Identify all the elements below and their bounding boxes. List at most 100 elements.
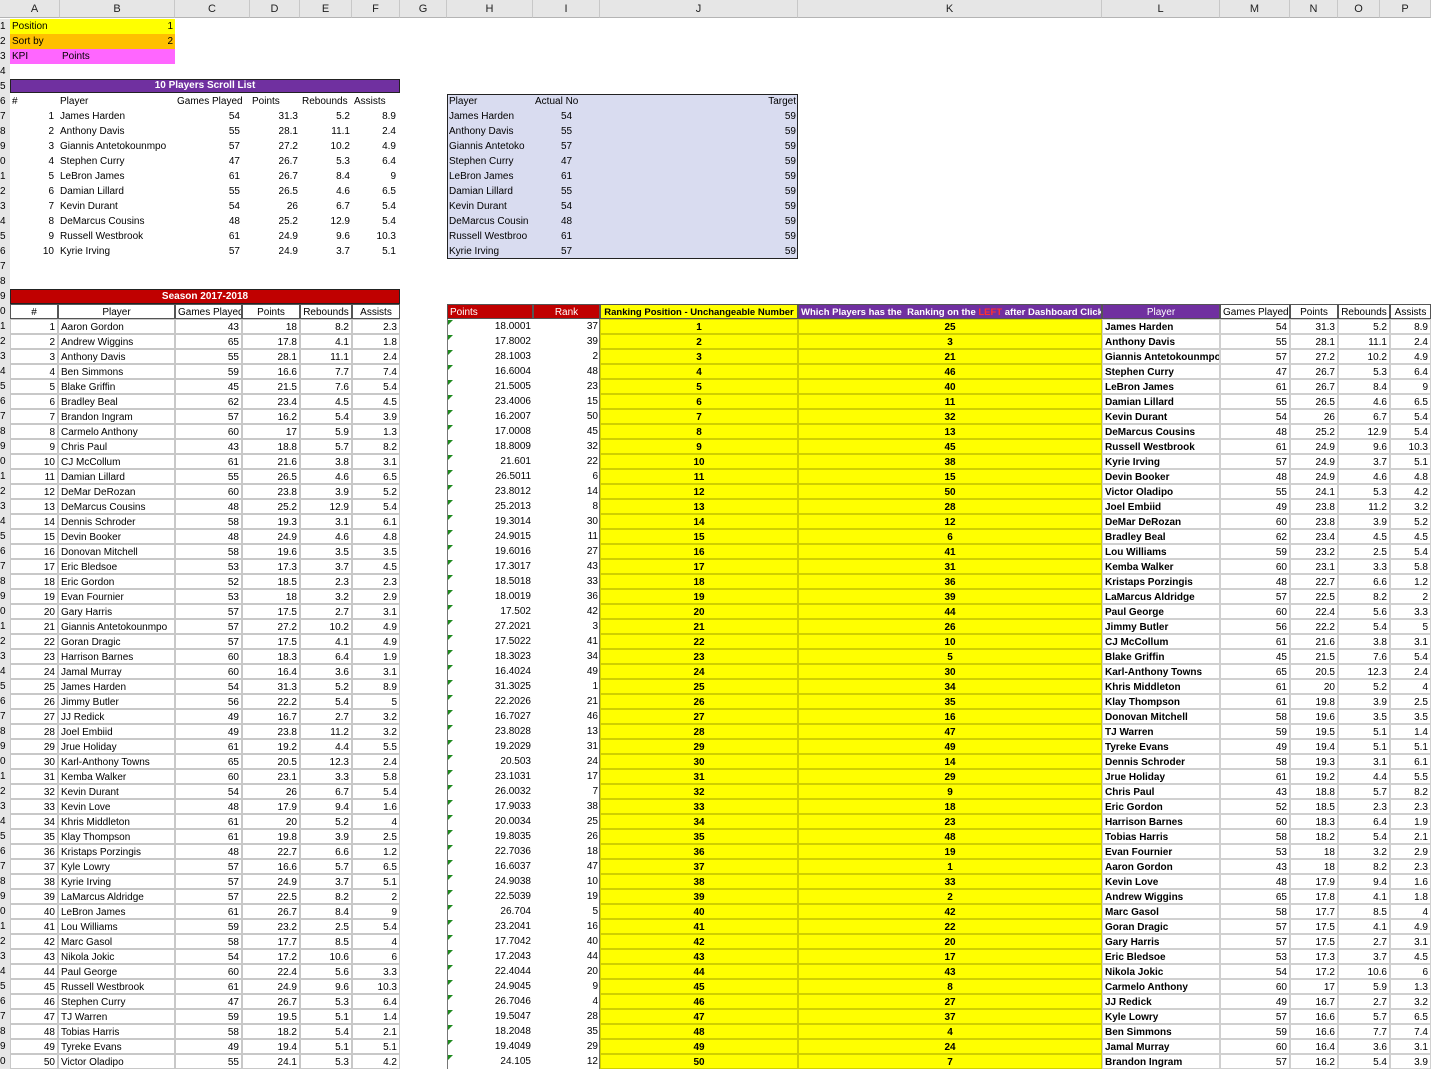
season-cell[interactable]: 46 xyxy=(10,994,58,1009)
rank-points[interactable]: 23.8012 xyxy=(447,484,533,499)
season-cell[interactable]: 8.5 xyxy=(300,934,352,949)
target-actual[interactable]: 54 xyxy=(533,199,600,214)
season-cell[interactable]: 4.8 xyxy=(352,529,400,544)
rank-points[interactable]: 31.3025 xyxy=(447,679,533,694)
row-header[interactable]: 7 xyxy=(0,409,10,424)
rank-gp[interactable]: 57 xyxy=(1220,1009,1290,1024)
rank-which[interactable]: 35 xyxy=(798,694,1102,709)
season-cell[interactable]: 2 xyxy=(10,334,58,349)
rank-ast[interactable]: 3.2 xyxy=(1390,994,1431,1009)
season-cell[interactable]: 19.6 xyxy=(242,544,300,559)
season-cell[interactable]: 24.1 xyxy=(242,1054,300,1069)
rank-reb[interactable]: 3.7 xyxy=(1338,454,1390,469)
season-cell[interactable]: 5.2 xyxy=(352,484,400,499)
row-header[interactable]: 1 xyxy=(0,169,10,184)
season-cell[interactable]: 9 xyxy=(10,439,58,454)
error-indicator-icon[interactable] xyxy=(448,350,453,355)
rank-player[interactable]: Paul George xyxy=(1102,604,1220,619)
rank-pts[interactable]: 27.2 xyxy=(1290,349,1338,364)
rank-gp[interactable]: 58 xyxy=(1220,709,1290,724)
rank-which[interactable]: 40 xyxy=(798,379,1102,394)
season-cell[interactable]: 17.2 xyxy=(242,949,300,964)
rank-ast[interactable]: 3.1 xyxy=(1390,1039,1431,1054)
rank-player[interactable]: Russell Westbrook xyxy=(1102,439,1220,454)
row-header[interactable]: 8 xyxy=(0,1024,10,1039)
rank-gp[interactable]: 57 xyxy=(1220,589,1290,604)
rank-header-reb[interactable]: Rebounds xyxy=(1338,304,1390,319)
rank-ast[interactable]: 4.9 xyxy=(1390,919,1431,934)
season-cell[interactable]: 60 xyxy=(175,649,242,664)
rank-player[interactable]: Tobias Harris xyxy=(1102,829,1220,844)
target-actual[interactable]: 61 xyxy=(533,229,600,244)
scroll-list-cell[interactable]: 61 xyxy=(175,169,242,184)
season-cell[interactable]: Kyle Lowry xyxy=(58,859,175,874)
rank-points[interactable]: 17.8002 xyxy=(447,334,533,349)
row-header[interactable]: 2 xyxy=(0,34,10,49)
rank-ast[interactable]: 3.9 xyxy=(1390,1054,1431,1069)
target-value[interactable]: 59 xyxy=(600,199,798,214)
rank-points[interactable]: 17.2043 xyxy=(447,949,533,964)
rank-which[interactable]: 10 xyxy=(798,634,1102,649)
scroll-list-cell[interactable]: 47 xyxy=(175,154,242,169)
season-cell[interactable]: 2 xyxy=(352,889,400,904)
row-header[interactable]: 3 xyxy=(0,199,10,214)
rank-reb[interactable]: 12.9 xyxy=(1338,424,1390,439)
scroll-list-cell[interactable]: Damian Lillard xyxy=(58,184,175,199)
column-header[interactable]: N xyxy=(1290,0,1338,18)
rank-gp[interactable]: 62 xyxy=(1220,529,1290,544)
season-cell[interactable]: 31 xyxy=(10,769,58,784)
rank-points[interactable]: 19.4049 xyxy=(447,1039,533,1054)
rank-reb[interactable]: 11.2 xyxy=(1338,499,1390,514)
rank-points[interactable]: 17.9033 xyxy=(447,799,533,814)
rank-ast[interactable]: 5.4 xyxy=(1390,649,1431,664)
rank-gp[interactable]: 57 xyxy=(1220,919,1290,934)
rank-ast[interactable]: 5.8 xyxy=(1390,559,1431,574)
rank-rank[interactable]: 4 xyxy=(533,994,600,1009)
rank-reb[interactable]: 3.9 xyxy=(1338,694,1390,709)
rank-reb[interactable]: 2.7 xyxy=(1338,934,1390,949)
season-cell[interactable]: Eric Bledsoe xyxy=(58,559,175,574)
scroll-list-cell[interactable]: Stephen Curry xyxy=(58,154,175,169)
season-cell[interactable]: LeBron James xyxy=(58,904,175,919)
season-cell[interactable]: 21.5 xyxy=(242,379,300,394)
row-header[interactable]: 6 xyxy=(0,94,10,109)
rank-pts[interactable]: 24.9 xyxy=(1290,454,1338,469)
season-cell[interactable]: 57 xyxy=(175,634,242,649)
season-cell[interactable]: 10 xyxy=(10,454,58,469)
season-cell[interactable]: 24.9 xyxy=(242,874,300,889)
rank-player[interactable]: Donovan Mitchell xyxy=(1102,709,1220,724)
rank-rank[interactable]: 44 xyxy=(533,949,600,964)
rank-points[interactable]: 24.105 xyxy=(447,1054,533,1069)
row-header[interactable]: 2 xyxy=(0,334,10,349)
rank-reb[interactable]: 4.1 xyxy=(1338,919,1390,934)
rank-player[interactable]: Gary Harris xyxy=(1102,934,1220,949)
rank-rank[interactable]: 50 xyxy=(533,409,600,424)
season-cell[interactable]: 39 xyxy=(10,889,58,904)
rank-points[interactable]: 16.6004 xyxy=(447,364,533,379)
season-cell[interactable]: 58 xyxy=(175,1024,242,1039)
season-cell[interactable]: 9.6 xyxy=(300,979,352,994)
season-cell[interactable]: 48 xyxy=(10,1024,58,1039)
error-indicator-icon[interactable] xyxy=(448,875,453,880)
rank-gp[interactable]: 54 xyxy=(1220,964,1290,979)
rank-pts[interactable]: 18.2 xyxy=(1290,829,1338,844)
rank-rank[interactable]: 34 xyxy=(533,649,600,664)
scroll-list-cell[interactable]: LeBron James xyxy=(58,169,175,184)
rank-which[interactable]: 46 xyxy=(798,364,1102,379)
season-cell[interactable]: 19.3 xyxy=(242,514,300,529)
scroll-list-cell[interactable]: 5 xyxy=(10,169,56,184)
season-cell[interactable]: 61 xyxy=(175,979,242,994)
column-header[interactable]: E xyxy=(300,0,352,18)
rank-rank[interactable]: 26 xyxy=(533,829,600,844)
season-cell[interactable]: Russell Westbrook xyxy=(58,979,175,994)
error-indicator-icon[interactable] xyxy=(448,695,453,700)
target-header[interactable]: Actual No xyxy=(533,94,600,109)
season-cell[interactable]: 2.5 xyxy=(300,919,352,934)
rank-ast[interactable]: 9 xyxy=(1390,379,1431,394)
season-cell[interactable]: 23.4 xyxy=(242,394,300,409)
season-cell[interactable]: 26.7 xyxy=(242,994,300,1009)
season-cell[interactable]: 6.4 xyxy=(300,649,352,664)
rank-pts[interactable]: 18.3 xyxy=(1290,814,1338,829)
scroll-list-header[interactable]: Rebounds xyxy=(300,94,352,109)
rank-reb[interactable]: 10.6 xyxy=(1338,964,1390,979)
